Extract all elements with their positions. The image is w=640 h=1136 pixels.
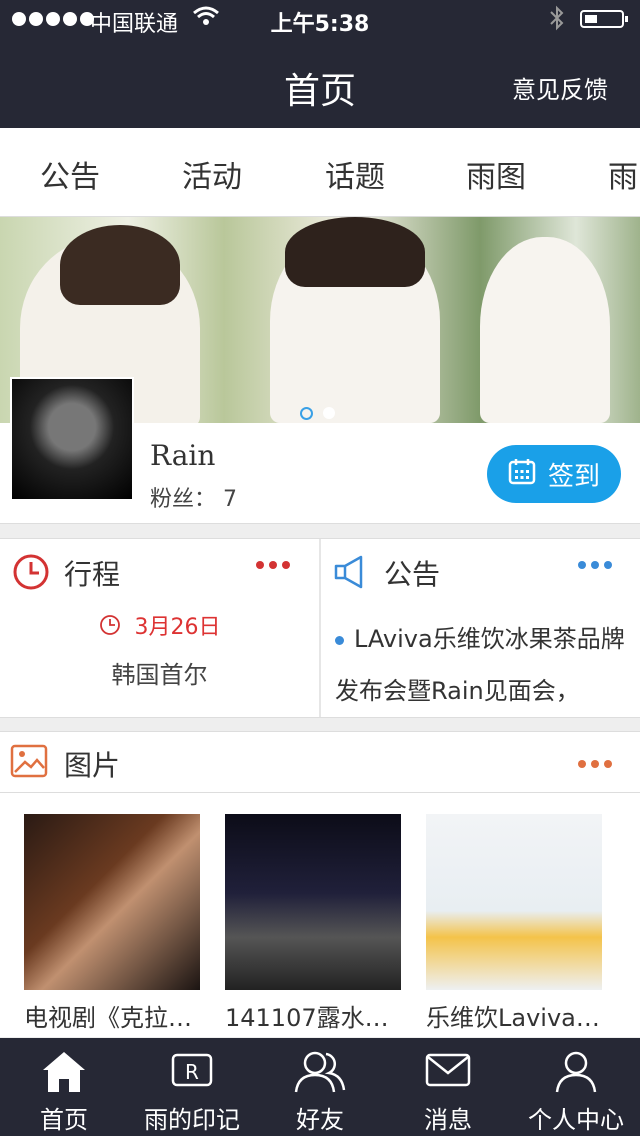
photos-header: 图片 [0,732,640,793]
bottom-tab-bar: 首页 R 雨的印记 好友 消息 个人中心 [0,1038,640,1136]
feedback-button[interactable]: 意见反馈 [512,70,608,105]
status-bar: 中国联通 上午5:38 [0,0,640,40]
tabbar-item-messages[interactable]: 消息 [384,1038,512,1136]
svg-text:R: R [185,1060,199,1084]
photo-item[interactable]: 乐维饮Laviva… [426,814,604,1033]
notice-card[interactable]: 公告 LAviva乐维饮冰果茶品牌发布会暨Rain见面会， [321,539,640,717]
schedule-more-icon[interactable] [256,561,290,569]
tabbar-item-profile[interactable]: 个人中心 [512,1038,640,1136]
tab-more[interactable]: 雨 [608,152,638,196]
speaker-icon [333,553,373,595]
avatar[interactable] [10,377,134,501]
schedule-title: 行程 [64,558,121,591]
tab-rain-photos[interactable]: 雨图 [466,152,526,196]
bullet-dot-icon [335,635,344,645]
battery-icon [580,10,628,28]
user-icon [554,1050,598,1096]
calendar-icon [508,457,536,492]
banner-hair-left [60,225,180,305]
tabbar-label: 个人中心 [528,1106,624,1134]
tabbar-item-friends[interactable]: 好友 [256,1038,384,1136]
tab-activity[interactable]: 活动 [182,152,242,196]
checkin-button[interactable]: 签到 [487,445,621,503]
tabbar-label: 消息 [424,1106,472,1134]
photo-thumbnail [225,814,401,990]
tabbar-label: 雨的印记 [144,1106,240,1134]
friends-icon [293,1050,347,1096]
artist-name: Rain [150,439,216,472]
info-cards: 行程 3月26日 韩国首尔 公告 LAviva乐维饮冰果茶品牌发布会暨Rain见… [0,538,640,718]
schedule-date: 3月26日 [0,609,319,642]
pager-dot-active[interactable] [300,407,313,420]
tabbar-label: 好友 [296,1106,344,1134]
photo-item[interactable]: 141107露水红… [225,814,403,1033]
fans-count: 粉丝： 7 [150,481,237,513]
photo-item[interactable]: 电视剧《克拉… [24,814,202,1033]
checkin-label: 签到 [547,461,600,492]
banner-hair-center [285,217,425,287]
notice-more-icon[interactable] [578,561,612,569]
tab-topic[interactable]: 话题 [325,152,385,196]
artist-profile: Rain 粉丝： 7 签到 [0,377,640,524]
carousel-pager [300,407,335,420]
image-icon [10,744,48,782]
tab-announcement[interactable]: 公告 [40,152,100,196]
tabbar-item-rain-memories[interactable]: R 雨的印记 [128,1038,256,1136]
notice-title: 公告 [384,558,441,591]
fans-number: 7 [223,487,238,512]
schedule-place: 韩国首尔 [111,661,208,689]
top-bar: 中国联通 上午5:38 首页 意见反馈 [0,0,640,128]
photo-thumbnail [426,814,602,990]
status-time: 上午5:38 [270,12,370,37]
photo-caption: 141107露水红… [225,1004,403,1032]
photos-title: 图片 [64,749,121,782]
pager-dot[interactable] [323,407,335,419]
bluetooth-icon [548,4,566,38]
photos-more-icon[interactable] [578,760,612,768]
tabbar-item-home[interactable]: 首页 [0,1038,128,1136]
small-clock-icon [99,614,121,642]
photo-caption: 乐维饮Laviva… [426,1004,600,1032]
photo-caption: 电视剧《克拉… [24,1004,192,1032]
clock-icon [12,553,50,595]
mail-icon [424,1050,472,1096]
tabbar-label: 首页 [40,1106,88,1134]
banner-photo-right [480,237,610,423]
photo-thumbnail [24,814,200,990]
notice-text: LAviva乐维饮冰果茶品牌发布会暨Rain见面会， [335,613,635,717]
r-badge-icon: R [169,1050,215,1096]
notice-body: LAviva乐维饮冰果茶品牌发布会暨Rain见面会， [335,625,625,705]
home-icon [41,1050,87,1096]
photos-section: 图片 电视剧《克拉… 141107露水红… 乐维饮Laviva… [0,731,640,1037]
fans-label: 粉丝： [150,487,217,512]
schedule-date-text: 3月26日 [134,615,221,640]
schedule-card[interactable]: 行程 3月26日 韩国首尔 [0,539,321,717]
category-tabs: 公告 活动 话题 雨图 雨 [0,128,640,217]
